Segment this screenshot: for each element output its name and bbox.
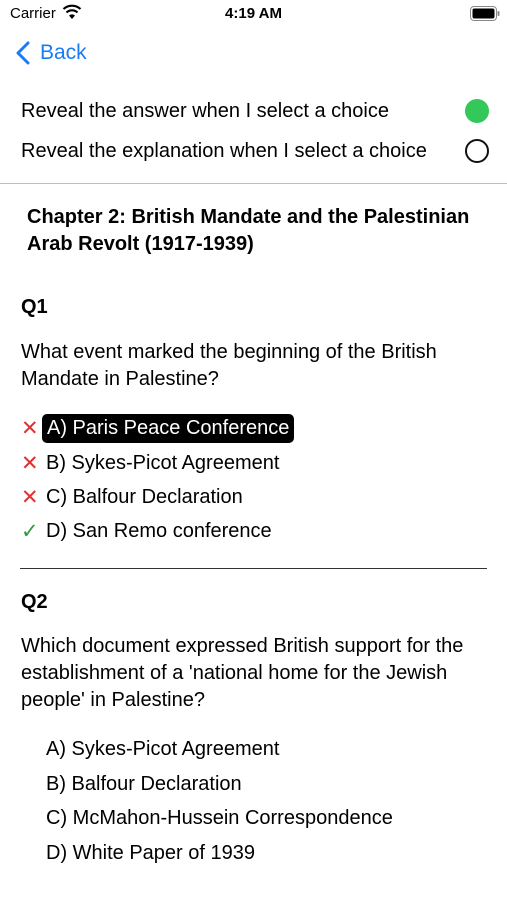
choice-text: C) McMahon-Hussein Correspondence	[46, 806, 393, 829]
reveal-explanation-label: Reveal the explanation when I select a c…	[21, 139, 427, 162]
status-time: 4:19 AM	[225, 5, 282, 22]
reveal-answer-row[interactable]: Reveal the answer when I select a choice	[21, 96, 489, 126]
choice-q1-b[interactable]: ✕ B) Sykes-Picot Agreement	[21, 448, 283, 478]
choice-text: B) Balfour Declaration	[46, 772, 242, 795]
chevron-left-icon	[16, 41, 30, 65]
reveal-explanation-row[interactable]: Reveal the explanation when I select a c…	[21, 136, 489, 166]
choice-text: C) Balfour Declaration	[46, 485, 243, 508]
choice-q1-c[interactable]: ✕ C) Balfour Declaration	[21, 482, 247, 512]
back-label: Back	[40, 41, 87, 64]
choice-text: A) Sykes-Picot Agreement	[46, 737, 280, 760]
reveal-explanation-toggle[interactable]	[465, 139, 489, 163]
wrong-mark-icon: ✕	[21, 485, 39, 509]
question-text: Which document expressed British support…	[21, 635, 464, 711]
reveal-answer-toggle[interactable]	[465, 99, 489, 123]
reveal-answer-label: Reveal the answer when I select a choice	[21, 99, 389, 122]
wrong-mark-icon: ✕	[21, 416, 39, 440]
back-button[interactable]: Back	[16, 38, 87, 68]
choice-text: D) San Remo conference	[46, 519, 272, 542]
check-mark-icon: ✓	[21, 519, 39, 543]
divider	[0, 183, 507, 184]
question-divider	[20, 568, 487, 569]
choice-q2-b[interactable]: B) Balfour Declaration	[21, 769, 246, 799]
status-bar: Carrier 4:19 AM	[0, 0, 507, 30]
question-text: What event marked the beginning of the B…	[21, 341, 437, 390]
choice-text: D) White Paper of 1939	[46, 841, 255, 864]
choice-text: A) Paris Peace Conference	[42, 413, 295, 443]
question-label: Q1	[21, 296, 48, 318]
choice-text: B) Sykes-Picot Agreement	[46, 451, 280, 474]
wrong-mark-icon: ✕	[21, 451, 39, 475]
choice-q2-d[interactable]: D) White Paper of 1939	[21, 838, 259, 868]
choice-q1-a[interactable]: ✕ A) Paris Peace Conference	[21, 413, 295, 443]
choice-q1-d[interactable]: ✓ D) San Remo conference	[21, 516, 276, 546]
battery-icon	[470, 6, 500, 21]
question-label: Q2	[21, 591, 48, 613]
choice-q2-a[interactable]: A) Sykes-Picot Agreement	[21, 734, 283, 764]
choice-q2-c[interactable]: C) McMahon-Hussein Correspondence	[21, 803, 397, 833]
chapter-title: Chapter 2: British Mandate and the Pales…	[27, 206, 470, 255]
